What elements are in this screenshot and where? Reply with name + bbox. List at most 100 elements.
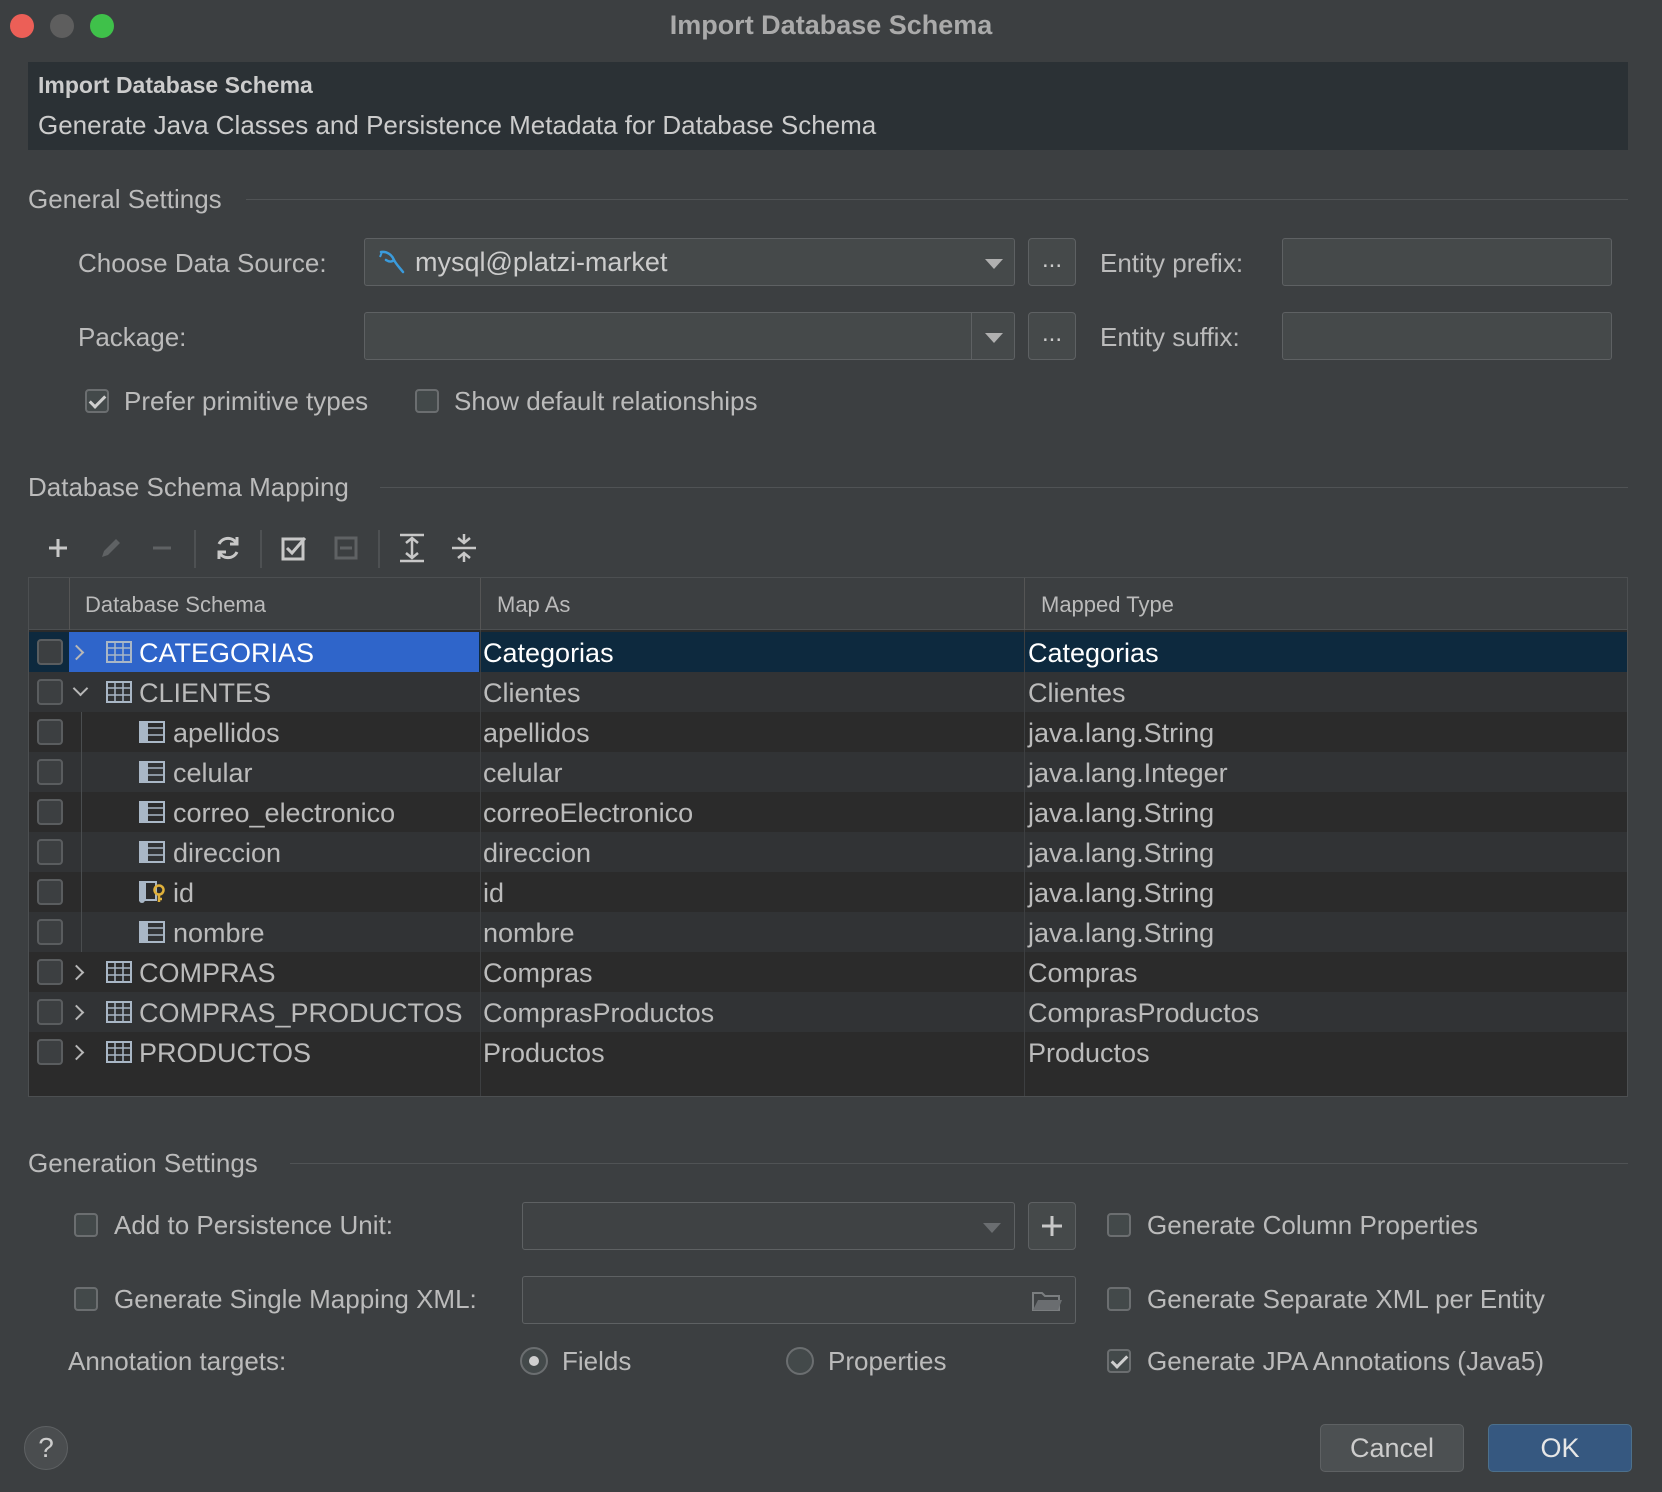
mapped-type-cell[interactable]: java.lang.String: [1028, 718, 1214, 749]
map-as-cell[interactable]: nombre: [483, 918, 575, 949]
row-checkbox[interactable]: [37, 999, 63, 1025]
table-row[interactable]: COMPRAS_PRODUCTOS ComprasProductos Compras…: [29, 992, 1627, 1032]
check-all-icon[interactable]: [276, 530, 312, 566]
generate-single-xml-checkbox[interactable]: [74, 1287, 98, 1311]
generate-jpa-annotations-checkbox[interactable]: [1107, 1349, 1131, 1373]
schema-name-cell: PRODUCTOS: [139, 1038, 312, 1068]
mapped-type-cell[interactable]: java.lang.String: [1028, 798, 1214, 829]
chevron-down-icon: [985, 259, 1003, 269]
mapped-type-cell[interactable]: Compras: [1028, 958, 1138, 989]
map-as-cell[interactable]: ComprasProductos: [483, 998, 714, 1029]
single-xml-path-input[interactable]: [522, 1276, 1076, 1324]
table-row[interactable]: correo_electronico correoElectronico java.…: [29, 792, 1627, 832]
persistence-unit-combo[interactable]: [522, 1202, 1015, 1250]
map-as-cell[interactable]: Compras: [483, 958, 593, 989]
mapped-type-cell[interactable]: java.lang.String: [1028, 878, 1214, 909]
map-as-cell[interactable]: celular: [483, 758, 563, 789]
schema-name-cell: COMPRAS: [139, 958, 276, 988]
map-as-cell[interactable]: id: [483, 878, 504, 909]
row-checkbox[interactable]: [37, 959, 63, 985]
row-checkbox[interactable]: [37, 879, 63, 905]
column-header-database-schema[interactable]: Database Schema: [85, 592, 266, 618]
collapse-all-icon[interactable]: [446, 530, 482, 566]
mapped-type-cell[interactable]: java.lang.String: [1028, 918, 1214, 949]
data-source-value: mysql@platzi-market: [415, 247, 668, 277]
annotation-targets-label: Annotation targets:: [68, 1346, 287, 1376]
edit-icon[interactable]: [92, 530, 128, 566]
mapped-type-cell[interactable]: Productos: [1028, 1038, 1150, 1069]
map-as-cell[interactable]: direccion: [483, 838, 591, 869]
schema-name-cell: CATEGORIAS: [139, 638, 315, 668]
table-row[interactable]: celular celular java.lang.Integer: [29, 752, 1627, 792]
generate-separate-xml-checkbox[interactable]: [1107, 1287, 1131, 1311]
properties-radio[interactable]: [786, 1347, 814, 1375]
entity-prefix-input[interactable]: [1282, 238, 1612, 286]
row-checkbox[interactable]: [37, 1039, 63, 1065]
fields-label: Fields: [562, 1346, 632, 1376]
column-header-mapped-type[interactable]: Mapped Type: [1041, 592, 1174, 618]
table-row[interactable]: CATEGORIAS Categorias Categorias: [29, 632, 1627, 672]
general-settings-title: General Settings: [28, 184, 222, 214]
row-checkbox[interactable]: [37, 639, 63, 665]
package-browse-button[interactable]: ...: [1028, 312, 1076, 360]
data-source-browse-button[interactable]: ...: [1028, 238, 1076, 286]
mapped-type-cell[interactable]: Categorias: [1028, 638, 1159, 669]
cancel-button[interactable]: Cancel: [1320, 1424, 1464, 1472]
fields-radio[interactable]: [520, 1347, 548, 1375]
table-row[interactable]: nombre nombre java.lang.String: [29, 912, 1627, 952]
mapped-type-cell[interactable]: Clientes: [1028, 678, 1126, 709]
table-row[interactable]: apellidos apellidos java.lang.String: [29, 712, 1627, 752]
data-source-combo[interactable]: mysql@platzi-market: [364, 238, 1015, 286]
chevron-right-icon[interactable]: [68, 964, 85, 981]
chevron-down-icon[interactable]: [72, 680, 89, 697]
row-checkbox[interactable]: [37, 679, 63, 705]
map-as-cell[interactable]: Clientes: [483, 678, 581, 709]
schema-name-cell: id: [173, 878, 195, 908]
add-persistence-unit-checkbox[interactable]: [74, 1213, 98, 1237]
schema-name-cell: CLIENTES: [139, 678, 272, 708]
tree-guide-line: [81, 912, 82, 952]
chevron-down-icon: [985, 333, 1003, 343]
properties-label: Properties: [828, 1346, 947, 1376]
help-button[interactable]: ?: [24, 1426, 68, 1470]
ok-button[interactable]: OK: [1488, 1424, 1632, 1472]
mapped-type-cell[interactable]: java.lang.String: [1028, 838, 1214, 869]
map-as-cell[interactable]: apellidos: [483, 718, 590, 749]
table-row[interactable]: direccion direccion java.lang.String: [29, 832, 1627, 872]
show-default-relationships-checkbox[interactable]: [415, 389, 439, 413]
row-checkbox[interactable]: [37, 919, 63, 945]
refresh-icon[interactable]: [210, 530, 246, 566]
row-checkbox[interactable]: [37, 759, 63, 785]
schema-name-cell: COMPRAS_PRODUCTOS: [139, 998, 463, 1028]
map-as-cell[interactable]: Productos: [483, 1038, 605, 1069]
table-row[interactable]: CLIENTES Clientes Clientes: [29, 672, 1627, 712]
remove-icon[interactable]: [144, 530, 180, 566]
folder-icon[interactable]: [1031, 1289, 1063, 1313]
toolbar-separator: [194, 530, 196, 568]
chevron-right-icon[interactable]: [68, 1004, 85, 1021]
mysql-dolphin-icon: [379, 250, 405, 274]
map-as-cell[interactable]: Categorias: [483, 638, 614, 669]
data-source-label: Choose Data Source:: [78, 248, 327, 278]
uncheck-all-icon[interactable]: [328, 530, 364, 566]
table-row[interactable]: id id java.lang.String: [29, 872, 1627, 912]
column-header-map-as[interactable]: Map As: [497, 592, 570, 618]
add-icon[interactable]: [40, 530, 76, 566]
mapped-type-cell[interactable]: ComprasProductos: [1028, 998, 1259, 1029]
expand-all-icon[interactable]: [394, 530, 430, 566]
package-combo[interactable]: [364, 312, 1015, 360]
prefer-primitive-checkbox[interactable]: [85, 389, 109, 413]
tree-guide-line: [81, 832, 82, 872]
row-checkbox[interactable]: [37, 839, 63, 865]
chevron-right-icon[interactable]: [68, 1044, 85, 1061]
entity-suffix-input[interactable]: [1282, 312, 1612, 360]
mapped-type-cell[interactable]: java.lang.Integer: [1028, 758, 1228, 789]
schema-mapping-table[interactable]: Database Schema Map As Mapped Type CATEG…: [28, 577, 1628, 1097]
row-checkbox[interactable]: [37, 719, 63, 745]
row-checkbox[interactable]: [37, 799, 63, 825]
map-as-cell[interactable]: correoElectronico: [483, 798, 693, 829]
generate-column-properties-checkbox[interactable]: [1107, 1213, 1131, 1237]
add-persistence-unit-button[interactable]: [1028, 1202, 1076, 1250]
table-row[interactable]: PRODUCTOS Productos Productos: [29, 1032, 1627, 1072]
table-row[interactable]: COMPRAS Compras Compras: [29, 952, 1627, 992]
